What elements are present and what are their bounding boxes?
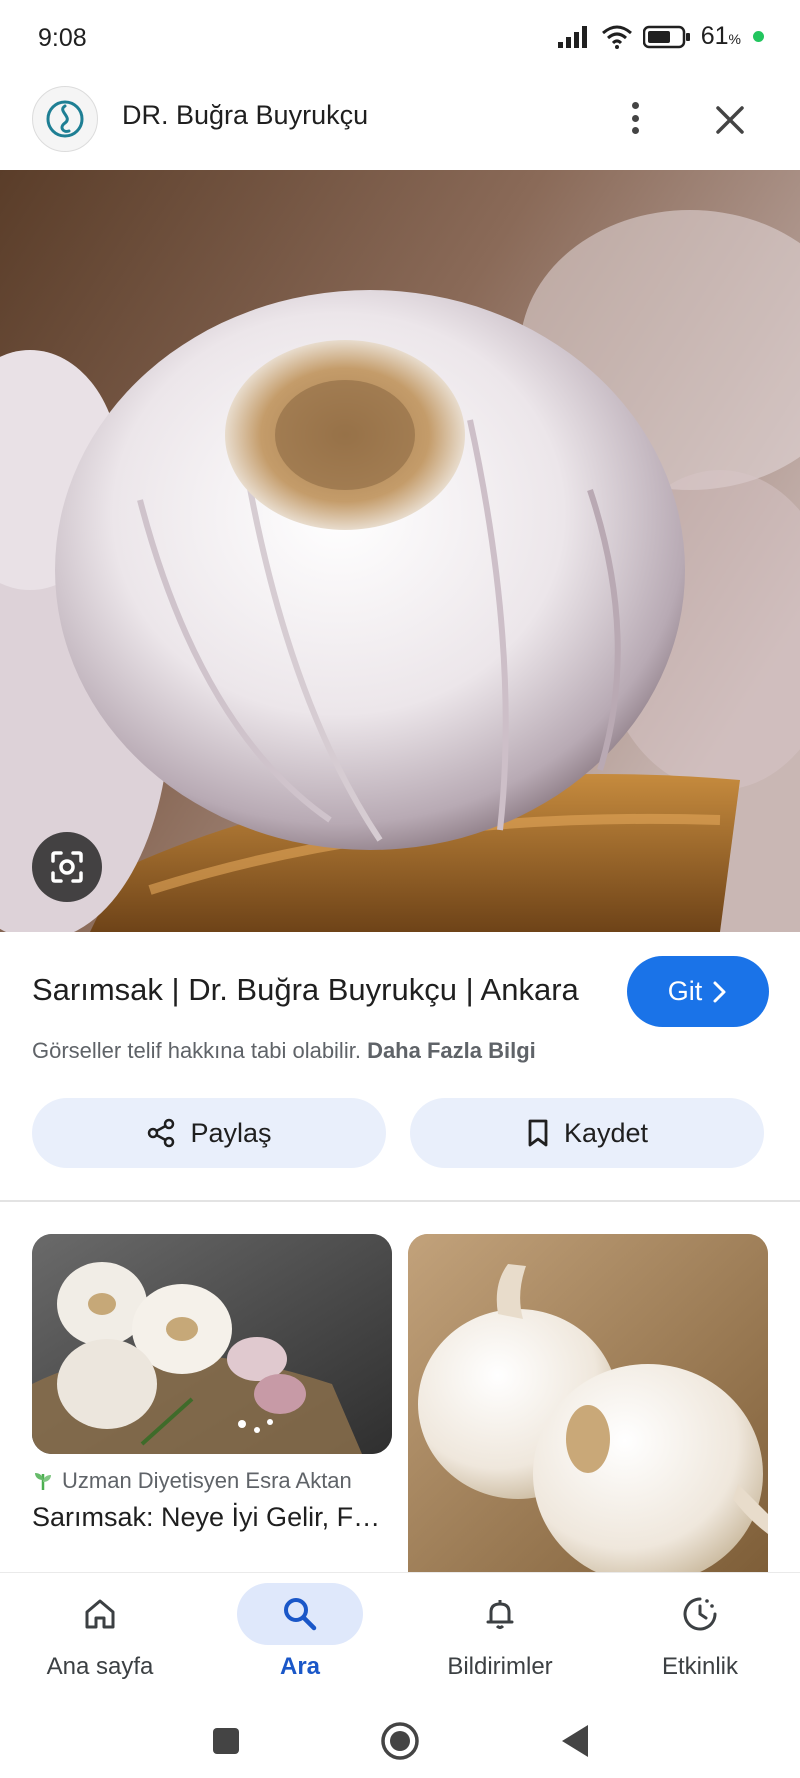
lens-icon — [51, 851, 83, 883]
nav-notifications-label: Bildirimler — [447, 1653, 553, 1680]
battery-icon — [642, 25, 690, 48]
status-icons: 61% — [557, 22, 764, 51]
site-avatar[interactable] — [32, 86, 98, 152]
dot-icon — [631, 127, 639, 134]
nav-search-icon-wrap — [237, 1583, 363, 1645]
nav-activity[interactable]: Etkinlik — [600, 1573, 800, 1701]
status-time: 9:08 — [38, 24, 87, 52]
share-label: Paylaş — [190, 1117, 272, 1148]
chevron-right-icon — [713, 981, 726, 1002]
close-button[interactable] — [708, 98, 752, 142]
copyright-text: Görseller telif hakkına tabi olabilir. — [32, 1038, 361, 1063]
visit-button[interactable]: Git — [627, 956, 769, 1027]
more-info-link[interactable]: Daha Fazla Bilgi — [367, 1038, 536, 1063]
signal-icon — [557, 25, 587, 48]
recents-icon[interactable] — [212, 1727, 240, 1755]
share-icon — [148, 1118, 175, 1148]
close-icon — [716, 106, 744, 134]
nav-home-label: Ana sayfa — [46, 1653, 154, 1680]
save-button[interactable]: Kaydet — [410, 1098, 764, 1168]
related-source-name: Uzman Diyetisyen Esra Aktan — [62, 1468, 352, 1493]
related-source-1[interactable]: Uzman Diyetisyen Esra Aktan — [32, 1468, 352, 1494]
share-button[interactable]: Paylaş — [32, 1098, 386, 1168]
bookmark-icon — [528, 1119, 548, 1147]
divider — [0, 1200, 800, 1202]
garlic-photo — [408, 1234, 768, 1574]
nav-notifications-icon-wrap — [437, 1583, 563, 1645]
save-label: Kaydet — [563, 1117, 649, 1148]
more-options-button[interactable] — [620, 96, 650, 140]
battery-percent: 61% — [700, 22, 741, 50]
related-image-1[interactable] — [32, 1234, 392, 1454]
bell-icon — [486, 1600, 514, 1629]
nav-notifications[interactable]: Bildirimler — [400, 1573, 600, 1701]
home-button-icon[interactable] — [380, 1721, 420, 1761]
site-name[interactable]: DR. Buğra Buyrukçu — [122, 100, 368, 131]
dot-icon — [631, 102, 639, 109]
bottom-navigation: Ana sayfa Ara Bildirimler Etkinlik — [0, 1573, 800, 1701]
privacy-indicator-dot — [753, 31, 764, 42]
main-image[interactable] — [0, 170, 800, 932]
copyright-notice: Görseller telif hakkına tabi olabilir. D… — [32, 1038, 536, 1064]
related-image-2[interactable] — [408, 1234, 768, 1574]
visit-button-label: Git — [667, 976, 703, 1006]
garlic-photo — [32, 1234, 392, 1454]
nav-search-label: Ara — [279, 1653, 321, 1680]
source-favicon-icon — [35, 1473, 51, 1490]
nav-activity-label: Etkinlik — [661, 1653, 739, 1680]
home-icon — [85, 1599, 115, 1629]
related-title-1[interactable]: Sarımsak: Neye İyi Gelir, Faydaları ve K… — [32, 1502, 387, 1533]
activity-icon — [683, 1597, 717, 1631]
lens-search-button[interactable] — [32, 832, 102, 902]
garlic-photo — [0, 170, 800, 932]
site-logo-icon — [46, 100, 84, 138]
nav-search[interactable]: Ara — [200, 1573, 400, 1701]
back-icon[interactable] — [560, 1723, 590, 1759]
wifi-icon — [601, 25, 632, 49]
nav-activity-icon-wrap — [637, 1583, 763, 1645]
nav-home[interactable]: Ana sayfa — [0, 1573, 200, 1701]
dot-icon — [631, 114, 639, 122]
result-title[interactable]: Sarımsak | Dr. Buğra Buyrukçu | Ankara — [32, 972, 579, 1008]
search-icon — [284, 1598, 317, 1631]
system-navigation-bar — [0, 1701, 800, 1778]
nav-home-icon-wrap — [37, 1583, 163, 1645]
